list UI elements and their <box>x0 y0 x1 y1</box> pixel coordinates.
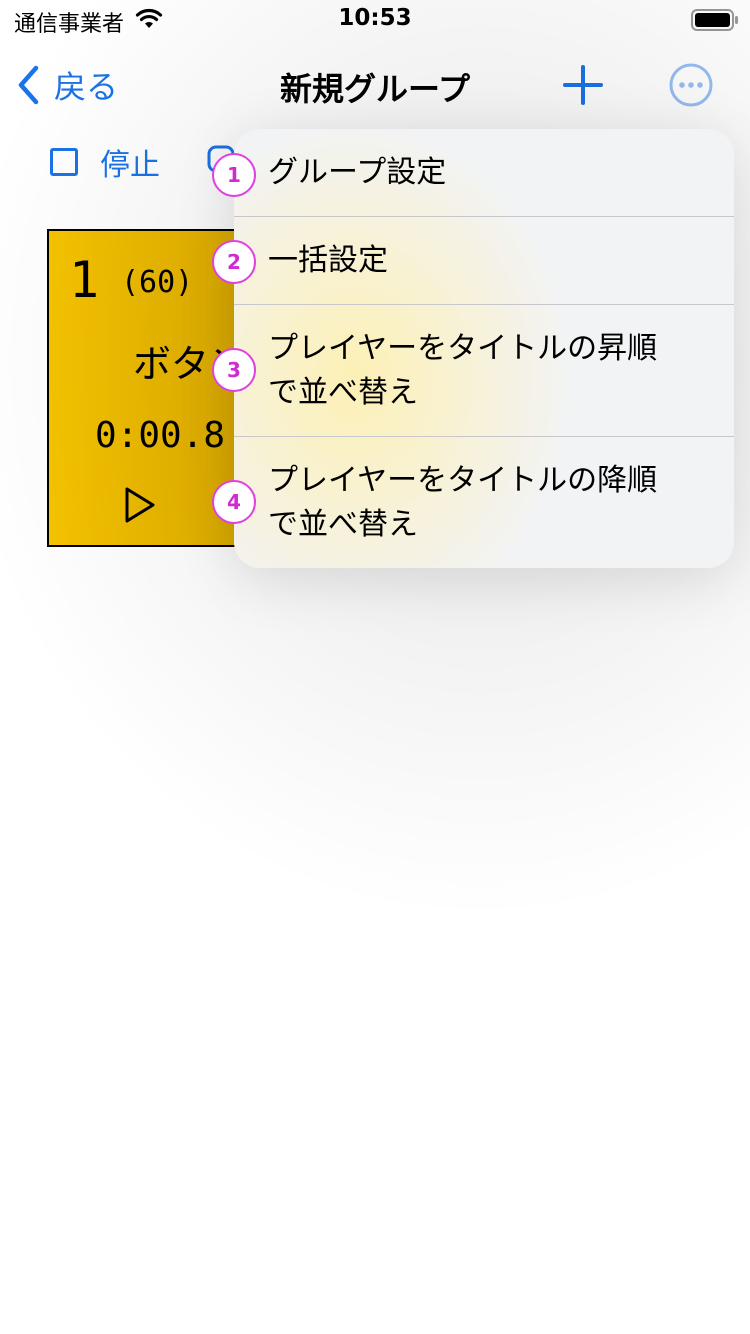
ellipsis-circle-icon[interactable] <box>668 62 714 108</box>
menu-item-label: 一括設定 <box>268 243 388 278</box>
menu-item-label: グループ設定 <box>268 155 447 190</box>
annotation-badge: 4 <box>212 480 256 524</box>
menu-divider <box>234 216 734 217</box>
stop-button[interactable]: 停止 <box>50 140 160 184</box>
navigation-bar: 戻る 新規グループ <box>0 50 750 120</box>
menu-item-label-line2: で並べ替え <box>268 375 418 410</box>
annotation-badge: 2 <box>212 240 256 284</box>
player-count: (60) <box>121 265 194 300</box>
play-icon[interactable] <box>123 485 157 525</box>
battery-icon <box>691 9 738 31</box>
context-menu: グループ設定 一括設定 プレイヤーをタイトルの昇順 で並べ替え プレイヤーをタイ… <box>234 129 734 568</box>
player-time: 0:00.8 <box>95 415 226 456</box>
clock: 10:53 <box>338 5 412 31</box>
menu-item-group-settings[interactable]: グループ設定 <box>234 151 734 195</box>
menu-item-label-line1: プレイヤーをタイトルの昇順 <box>268 331 658 366</box>
annotation-badge: 3 <box>212 348 256 392</box>
menu-item-bulk-settings[interactable]: 一括設定 <box>234 239 734 283</box>
menu-divider <box>234 304 734 305</box>
page-title: 新規グループ <box>279 70 471 108</box>
menu-item-sort-descending[interactable]: プレイヤーをタイトルの降順 で並べ替え <box>234 459 734 547</box>
menu-divider <box>234 436 734 437</box>
menu-item-label-line1: プレイヤーをタイトルの降順 <box>268 463 658 498</box>
player-number: 1 <box>69 251 100 309</box>
status-bar: 通信事業者 10:53 <box>0 0 750 40</box>
menu-item-sort-ascending[interactable]: プレイヤーをタイトルの昇順 で並べ替え <box>234 327 734 415</box>
stop-button-label: 停止 <box>100 148 160 183</box>
stop-icon <box>50 148 78 176</box>
annotation-badge: 1 <box>212 153 256 197</box>
plus-icon[interactable] <box>562 64 604 106</box>
menu-item-label-line2: で並べ替え <box>268 507 418 542</box>
